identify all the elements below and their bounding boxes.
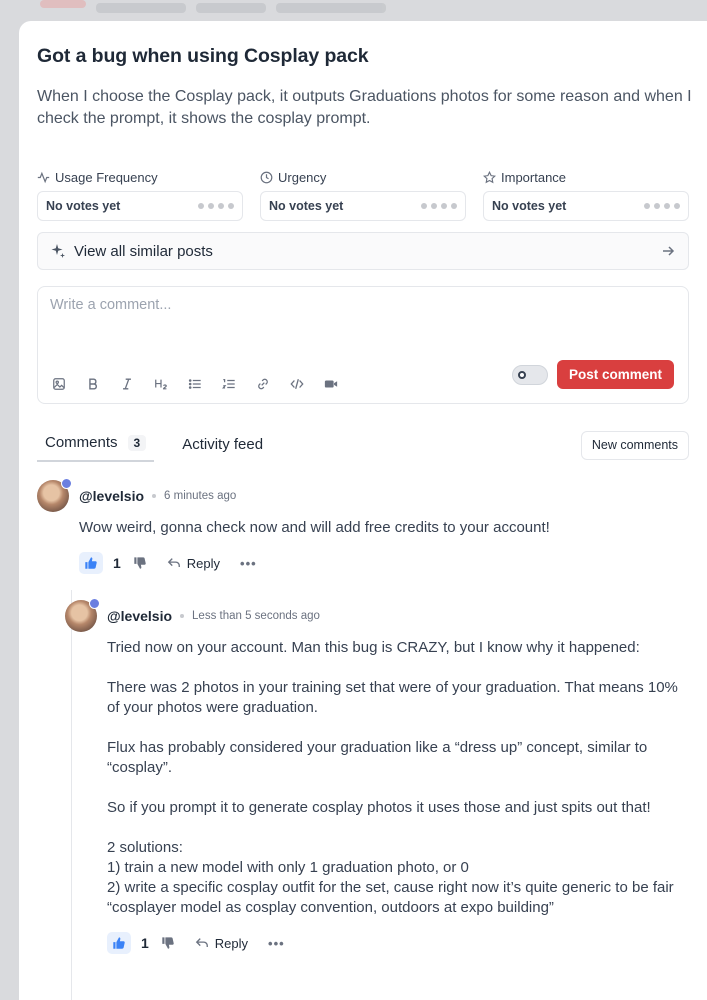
thumbs-up-icon — [85, 557, 97, 569]
comment-input[interactable]: Write a comment... — [50, 297, 171, 313]
activity-icon — [37, 171, 50, 184]
vote-selector[interactable]: No votes yet — [260, 191, 466, 221]
comment-body: Wow weird, gonna check now and will add … — [79, 519, 550, 536]
more-options-icon[interactable]: ••• — [268, 936, 285, 951]
reply-label: Reply — [186, 555, 221, 571]
post-comment-button[interactable]: Post comment — [556, 360, 674, 389]
link-icon[interactable] — [256, 377, 270, 391]
reply-button[interactable]: Reply — [167, 556, 220, 571]
vote-dots — [421, 203, 457, 209]
reply-label: Reply — [214, 935, 249, 951]
bullet-list-icon[interactable] — [188, 377, 202, 391]
upvote-button[interactable] — [107, 932, 131, 954]
tab-label: Comments — [45, 434, 118, 451]
tabs: Comments 3 Activity feed — [37, 434, 263, 462]
upvote-button[interactable] — [79, 552, 103, 574]
vote-importance: Importance No votes yet — [483, 170, 689, 221]
comment-actions: 1 Reply ••• — [107, 932, 691, 954]
verified-badge-icon — [61, 478, 72, 489]
vote-value: No votes yet — [46, 199, 121, 213]
tab-label: Activity feed — [182, 436, 264, 453]
code-icon[interactable] — [290, 377, 304, 391]
comment-meta: @levelsio 6 minutes ago — [79, 480, 691, 504]
vote-label: Urgency — [278, 170, 327, 185]
heading-icon[interactable] — [154, 377, 168, 391]
more-options-icon[interactable]: ••• — [240, 556, 257, 571]
vote-header: Urgency — [260, 170, 466, 185]
separator-dot — [152, 494, 157, 498]
vote-label: Usage Frequency — [55, 170, 158, 185]
comment-thread: @levelsio 6 minutes ago Wow weird, gonna… — [37, 478, 691, 1000]
background-page — [40, 0, 500, 16]
video-icon[interactable] — [324, 377, 338, 391]
background-element — [40, 0, 86, 8]
vote-urgency: Urgency No votes yet — [260, 170, 466, 221]
reply-button[interactable]: Reply — [195, 936, 248, 951]
comment-reply: @levelsio Less than 5 seconds ago Tried … — [65, 598, 691, 954]
vote-dots — [644, 203, 680, 209]
comment-time: Less than 5 seconds ago — [192, 610, 320, 622]
vote-dots — [198, 203, 234, 209]
reply-icon — [195, 938, 208, 947]
comment-meta: @levelsio Less than 5 seconds ago — [107, 600, 691, 624]
sparkle-icon — [51, 244, 65, 258]
similar-label-group: View all similar posts — [50, 243, 213, 260]
thumbs-down-icon — [162, 937, 174, 949]
comment-composer: Write a comment... Post comment — [37, 286, 689, 404]
verified-badge-icon — [89, 598, 100, 609]
vote-selector[interactable]: No votes yet — [483, 191, 689, 221]
downvote-button[interactable] — [159, 934, 177, 952]
vote-header: Importance — [483, 170, 689, 185]
tab-activity-feed[interactable]: Activity feed — [174, 436, 263, 462]
thumbs-down-icon — [134, 557, 146, 569]
comment-actions: 1 Reply ••• — [79, 552, 691, 574]
star-icon — [483, 171, 496, 184]
view-similar-posts-button[interactable]: View all similar posts — [37, 232, 689, 270]
thumbs-up-icon — [113, 937, 125, 949]
vote-usage-frequency: Usage Frequency No votes yet — [37, 170, 243, 221]
reply-icon — [167, 558, 180, 567]
like-count: 1 — [113, 555, 121, 571]
vote-label: Importance — [501, 170, 567, 185]
vote-value: No votes yet — [269, 199, 344, 213]
image-icon[interactable] — [52, 377, 66, 391]
comments-tabs-row: Comments 3 Activity feed New comments — [37, 430, 689, 462]
tab-comments[interactable]: Comments 3 — [37, 434, 155, 462]
post-description: When I choose the Cosplay pack, it outpu… — [37, 88, 692, 127]
comment: @levelsio 6 minutes ago Wow weird, gonna… — [37, 478, 691, 574]
bold-icon[interactable] — [86, 377, 100, 391]
vote-header: Usage Frequency — [37, 170, 243, 185]
background-element — [196, 3, 266, 13]
similar-label: View all similar posts — [74, 242, 213, 260]
vote-value: No votes yet — [492, 199, 567, 213]
formatting-toolbar — [52, 377, 338, 391]
background-element — [276, 3, 386, 13]
comment-author[interactable]: @levelsio — [107, 608, 172, 624]
post-modal: Got a bug when using Cosplay pack When I… — [19, 21, 707, 1000]
downvote-button[interactable] — [131, 554, 149, 572]
arrow-right-icon — [663, 246, 675, 256]
comment-time: 6 minutes ago — [164, 490, 237, 502]
vote-selector[interactable]: No votes yet — [37, 191, 243, 221]
post-title: Got a bug when using Cosplay pack — [37, 45, 369, 67]
like-count: 1 — [141, 935, 149, 951]
new-comments-button[interactable]: New comments — [580, 430, 689, 460]
vote-section: Usage Frequency No votes yet Urgency No … — [37, 170, 691, 221]
numbered-list-icon[interactable] — [222, 377, 236, 391]
preview-toggle[interactable] — [512, 365, 548, 385]
comment-author[interactable]: @levelsio — [79, 488, 144, 504]
comments-count-badge: 3 — [127, 434, 147, 451]
separator-dot — [180, 614, 185, 618]
clock-icon — [260, 171, 273, 184]
comment-body: Tried now on your account. Man this bug … — [107, 639, 678, 916]
italic-icon[interactable] — [120, 377, 134, 391]
background-element — [96, 3, 186, 13]
